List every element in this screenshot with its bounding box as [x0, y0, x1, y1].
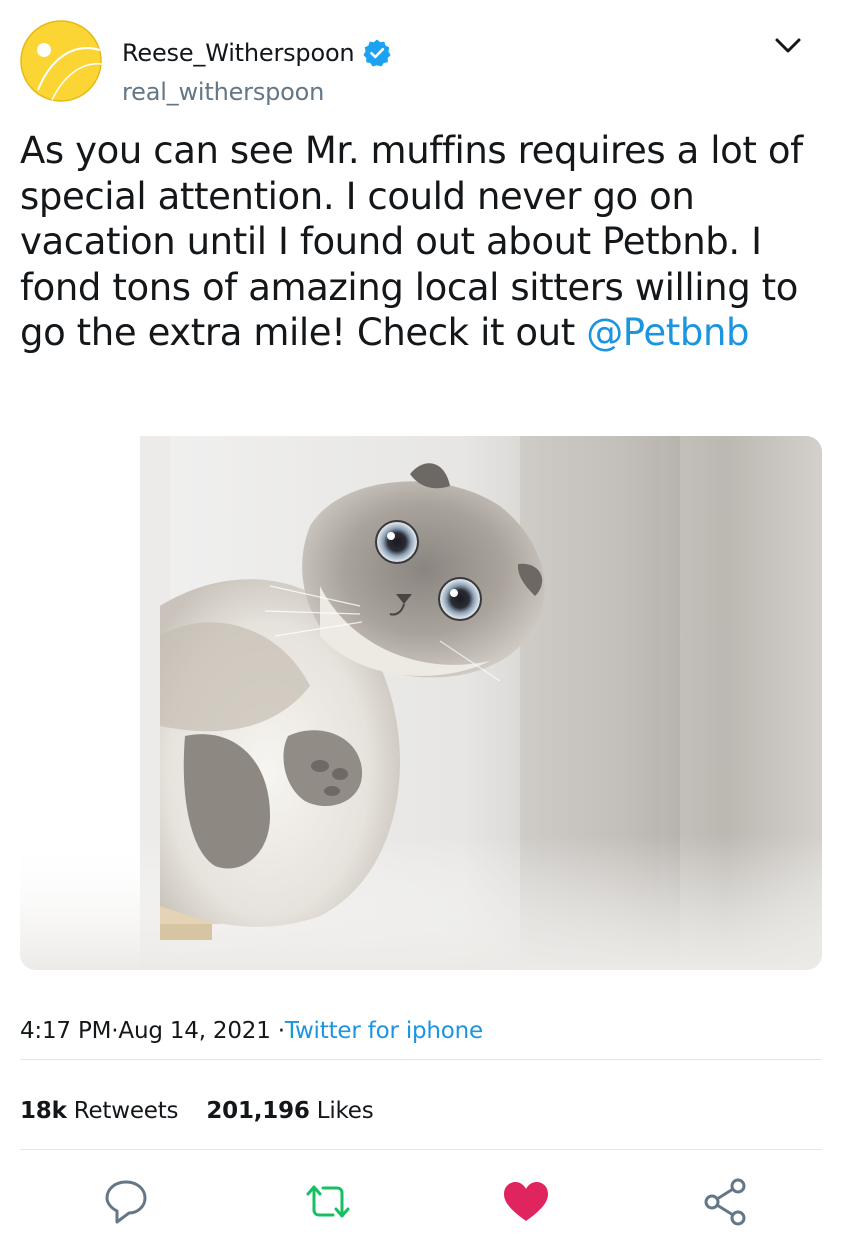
tweet-media-photo[interactable] [20, 436, 822, 970]
retweet-icon [306, 1185, 350, 1218]
retweets-label: Retweets [73, 1098, 179, 1124]
mention-link[interactable]: @Petbnb [586, 311, 749, 354]
meta-separator: · [111, 1018, 119, 1044]
tweet-text: As you can see Mr. muffins requires a lo… [20, 128, 826, 356]
tweet-meta: 4:17 PM · Aug 14, 2021 · Twitter for iphon… [20, 1014, 483, 1048]
tweet-time[interactable]: 4:17 PM [20, 1018, 111, 1044]
tennis-ball-icon [20, 20, 103, 102]
user-names: Reese_Witherspoon real_witherspoon [122, 36, 392, 106]
likes-stat[interactable]: 201,196 Likes [206, 1098, 373, 1124]
display-name-row: Reese_Witherspoon [122, 36, 392, 70]
share-icon [704, 1178, 746, 1226]
divider [20, 1149, 822, 1150]
verified-badge-icon [362, 38, 392, 68]
share-button[interactable] [698, 1174, 754, 1230]
likes-count: 201,196 [206, 1098, 310, 1124]
likes-label: Likes [316, 1098, 374, 1124]
chevron-down-icon[interactable] [772, 30, 804, 62]
reply-bubble-icon [105, 1180, 147, 1224]
retweets-stat[interactable]: 18k Retweets [20, 1098, 179, 1124]
tweet-stats: 18k Retweets 201,196 Likes [20, 1094, 374, 1128]
tweet-header: Reese_Witherspoon real_witherspoon [20, 20, 824, 112]
divider [20, 1059, 822, 1060]
heart-icon [504, 1182, 548, 1221]
tweet-date[interactable]: Aug 14, 2021 [118, 1018, 270, 1044]
avatar[interactable] [20, 20, 103, 102]
tweet-source-link[interactable]: Twitter for iphone [285, 1018, 483, 1044]
like-button[interactable] [498, 1174, 554, 1230]
display-name[interactable]: Reese_Witherspoon [122, 39, 355, 67]
source-separator: · [277, 1018, 285, 1044]
cat-photo [20, 436, 822, 970]
reply-button[interactable] [99, 1174, 155, 1230]
retweet-button[interactable] [300, 1174, 356, 1230]
user-handle[interactable]: real_witherspoon [122, 78, 392, 106]
retweets-count: 18k [20, 1098, 67, 1124]
tweet-actions [0, 1174, 844, 1230]
